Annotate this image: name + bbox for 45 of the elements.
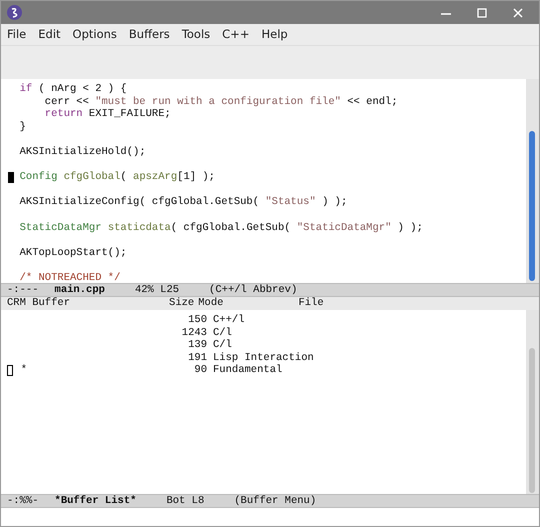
table-cell: 139 [188, 339, 207, 352]
code-line: StaticDataMgr staticdata( cfgGlobal.GetSub( "StaticDataMgr" ) ); [20, 222, 423, 234]
buffer-position: 42% L25 [134, 284, 180, 296]
table-cell: C++/l [213, 314, 245, 327]
code-line: AKSInitializeHold(); [20, 146, 146, 159]
column-header: Size [169, 297, 194, 310]
table-cell: Fundamental [213, 364, 282, 377]
table-cell-text: Lisp Interaction [213, 352, 314, 364]
code-line: } [20, 120, 26, 134]
menu-item[interactable]: Edit [32, 26, 67, 44]
major-mode: (C++/l Abbrev) [209, 284, 298, 296]
table-cell: 90 [194, 364, 207, 377]
menu-item[interactable]: Options [66, 26, 123, 44]
table-cell: 191 [188, 352, 207, 364]
menu-item[interactable]: Buffers [122, 26, 176, 44]
scrollbar-thumb[interactable] [529, 131, 535, 281]
code-line: /* NOTREACHED */ [20, 272, 120, 283]
close-icon[interactable] [513, 8, 523, 18]
code-line: return EXIT_FAILURE; [44, 108, 171, 121]
maximize-icon[interactable] [477, 8, 487, 18]
column-header: Mode [198, 297, 224, 310]
menu-item[interactable]: Tools [176, 26, 216, 44]
table-cell: C/l [213, 339, 232, 352]
mode-line-status: -:%%- [7, 494, 39, 508]
table-cell-text: C/l [213, 326, 232, 339]
code-line: if ( nArg < 2 ) { [20, 83, 127, 96]
code-line: cerr << "must be run with a configuration file" << endl; [44, 96, 398, 108]
code-line: Config cfgGlobal( apszArg[1] ); [20, 171, 215, 184]
modified-marker: * [20, 364, 27, 377]
menu-item[interactable]: Help [255, 26, 294, 44]
menu-item[interactable]: C++ [216, 26, 256, 44]
code-line: AKTopLoopStart(); [20, 246, 127, 260]
scrollbar-thumb[interactable] [529, 348, 535, 493]
table-cell: 150 [188, 314, 207, 327]
app-icon [7, 5, 22, 20]
column-header: CRM Buffer [7, 297, 70, 310]
column-header: File [298, 297, 324, 310]
buffer-name: *Buffer List* [54, 494, 136, 508]
mode-line-status: -:--- [7, 284, 39, 296]
major-mode: (Buffer Menu) [234, 494, 316, 508]
buffer-name: main.cpp [54, 284, 105, 296]
buffer-position: Bot L8 [166, 494, 204, 508]
table-cell: 1243 [182, 326, 207, 340]
menu-item[interactable]: File [1, 26, 32, 44]
code-line: AKSInitializeConfig( cfgGlobal.GetSub( "Status" ) ); [20, 196, 348, 209]
